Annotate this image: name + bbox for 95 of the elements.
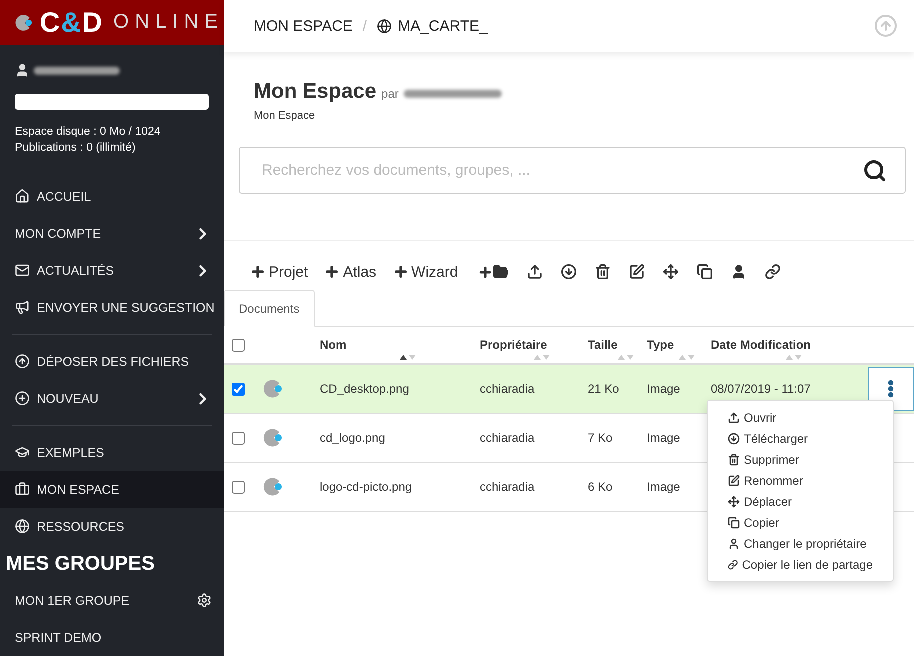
column-header[interactable]: Taille xyxy=(588,327,647,363)
user-icon xyxy=(15,63,30,78)
size-cell-text: 7 Ko xyxy=(588,431,614,445)
brand-name: C&D xyxy=(40,6,104,38)
table-row[interactable]: CD_desktop.png cchiaradia 21 Ko Image 08/07/2019 - 11:07 xyxy=(224,365,914,414)
user-icon xyxy=(731,264,748,280)
size-cell-text: 6 Ko xyxy=(588,480,614,494)
plus-icon xyxy=(250,264,266,280)
sidebar-item[interactable]: ACCUEIL xyxy=(0,178,224,215)
upload-icon xyxy=(527,264,544,280)
plus-icon xyxy=(324,264,340,280)
envelope-icon xyxy=(15,263,30,278)
user-icon xyxy=(728,538,740,550)
sidebar-item[interactable]: DÉPOSER DES FICHIERS xyxy=(0,343,224,380)
add-button[interactable]: Atlas xyxy=(322,264,385,280)
row-checkbox[interactable] xyxy=(232,432,245,444)
trash-icon xyxy=(728,454,740,466)
plus-icon xyxy=(478,264,494,280)
type-cell-text: Image xyxy=(647,480,682,494)
logo-icon xyxy=(262,378,284,400)
type-cell-text: Image xyxy=(647,382,682,396)
file-name: logo-cd-picto.png xyxy=(320,480,414,494)
globe-icon xyxy=(377,18,392,34)
page-subtitle: Mon Espace xyxy=(253,109,316,122)
owner-cell-text: cchiaradia xyxy=(480,431,536,445)
owner-cell-text: cchiaradia xyxy=(480,480,536,494)
logo-icon xyxy=(262,427,284,449)
settings-icon[interactable] xyxy=(197,593,212,608)
logo-icon xyxy=(262,476,284,498)
more-icon xyxy=(888,380,894,398)
column-header[interactable]: Date Modification xyxy=(711,327,861,363)
type-cell-text: Image xyxy=(647,431,682,445)
sidebar-item[interactable]: ENVOYER UNE SUGGESTION xyxy=(0,289,224,326)
select-all-checkbox[interactable] xyxy=(232,338,245,352)
disk-usage: Espace disque : 0 Mo / 1024 xyxy=(15,125,162,140)
owner-cell-text: cchiaradia xyxy=(480,382,536,396)
sidebar-item[interactable]: MON ESPACE xyxy=(0,471,224,508)
sidebar-item[interactable]: ACTUALITÉS xyxy=(0,252,224,289)
breadcrumb-link[interactable]: MON ESPACE xyxy=(254,18,353,34)
search-box[interactable]: Recherchez vos documents, groupes, ... xyxy=(239,147,906,194)
globe-icon xyxy=(15,519,30,534)
size-cell-text: 21 Ko xyxy=(588,382,620,396)
briefcase-icon xyxy=(15,482,30,497)
search-icon[interactable] xyxy=(863,158,887,182)
file-name: cd_logo.png xyxy=(320,431,386,445)
megaphone-icon xyxy=(15,300,30,315)
menu-item[interactable]: Copier le lien de partage xyxy=(708,554,893,575)
link-icon xyxy=(728,558,738,570)
date-cell-text: 08/07/2019 - 11:07 xyxy=(711,382,812,396)
group-item[interactable]: SPRINT DEMO xyxy=(0,619,224,656)
menu-item[interactable]: Copier xyxy=(708,512,893,533)
menu-item[interactable]: Changer le propriétaire xyxy=(708,533,893,554)
sort-icon[interactable] xyxy=(400,354,416,360)
column-header[interactable]: Type xyxy=(647,327,711,363)
menu-item[interactable]: Déplacer xyxy=(708,491,893,512)
breadcrumb-current: MA_CARTE_ xyxy=(398,18,488,34)
download-icon xyxy=(561,264,578,280)
graduation-cap-icon xyxy=(15,445,30,460)
move-icon xyxy=(663,264,680,280)
move-icon xyxy=(728,496,740,508)
copy-icon xyxy=(728,516,740,528)
sidebar-item[interactable]: NOUVEAU xyxy=(0,380,224,417)
breadcrumb-separator: / xyxy=(362,18,368,34)
plus-icon xyxy=(392,264,409,280)
row-checkbox[interactable] xyxy=(232,382,245,396)
add-icon xyxy=(15,391,30,406)
folder-icon xyxy=(493,264,510,280)
brand-suffix: ONLINE xyxy=(114,11,224,34)
sidebar-item[interactable]: EXEMPLES xyxy=(0,434,224,471)
upload-icon xyxy=(728,412,740,424)
copy-icon xyxy=(697,264,714,280)
row-checkbox[interactable] xyxy=(232,480,245,494)
column-header[interactable]: Propriétaire xyxy=(480,327,588,363)
sidebar-field[interactable] xyxy=(15,94,209,110)
edit-icon xyxy=(629,264,646,280)
group-item[interactable]: MON 1ER GROUPE xyxy=(0,582,224,619)
sidebar-item[interactable]: RESSOURCES xyxy=(0,508,224,545)
link-icon xyxy=(765,264,782,280)
add-button[interactable]: Projet xyxy=(248,264,316,280)
publications-count: Publications : 0 (illimité) xyxy=(15,141,137,156)
add-button[interactable]: Wizard xyxy=(390,264,466,280)
sidebar-item[interactable]: MON COMPTE xyxy=(0,215,224,252)
edit-icon xyxy=(728,474,740,486)
upload-icon xyxy=(15,354,30,369)
menu-item[interactable]: Télécharger xyxy=(708,428,893,449)
trash-icon xyxy=(595,264,612,280)
download-icon xyxy=(728,432,740,444)
menu-item[interactable]: Renommer xyxy=(708,470,893,491)
home-icon xyxy=(15,189,30,204)
tab[interactable]: Documents xyxy=(224,290,315,327)
column-header[interactable]: Nom xyxy=(320,327,480,363)
section-title: MES GROUPES xyxy=(5,552,156,577)
page-title: Mon Espace xyxy=(254,80,377,104)
author-label: par xyxy=(382,87,399,101)
file-name: CD_desktop.png xyxy=(320,382,410,396)
